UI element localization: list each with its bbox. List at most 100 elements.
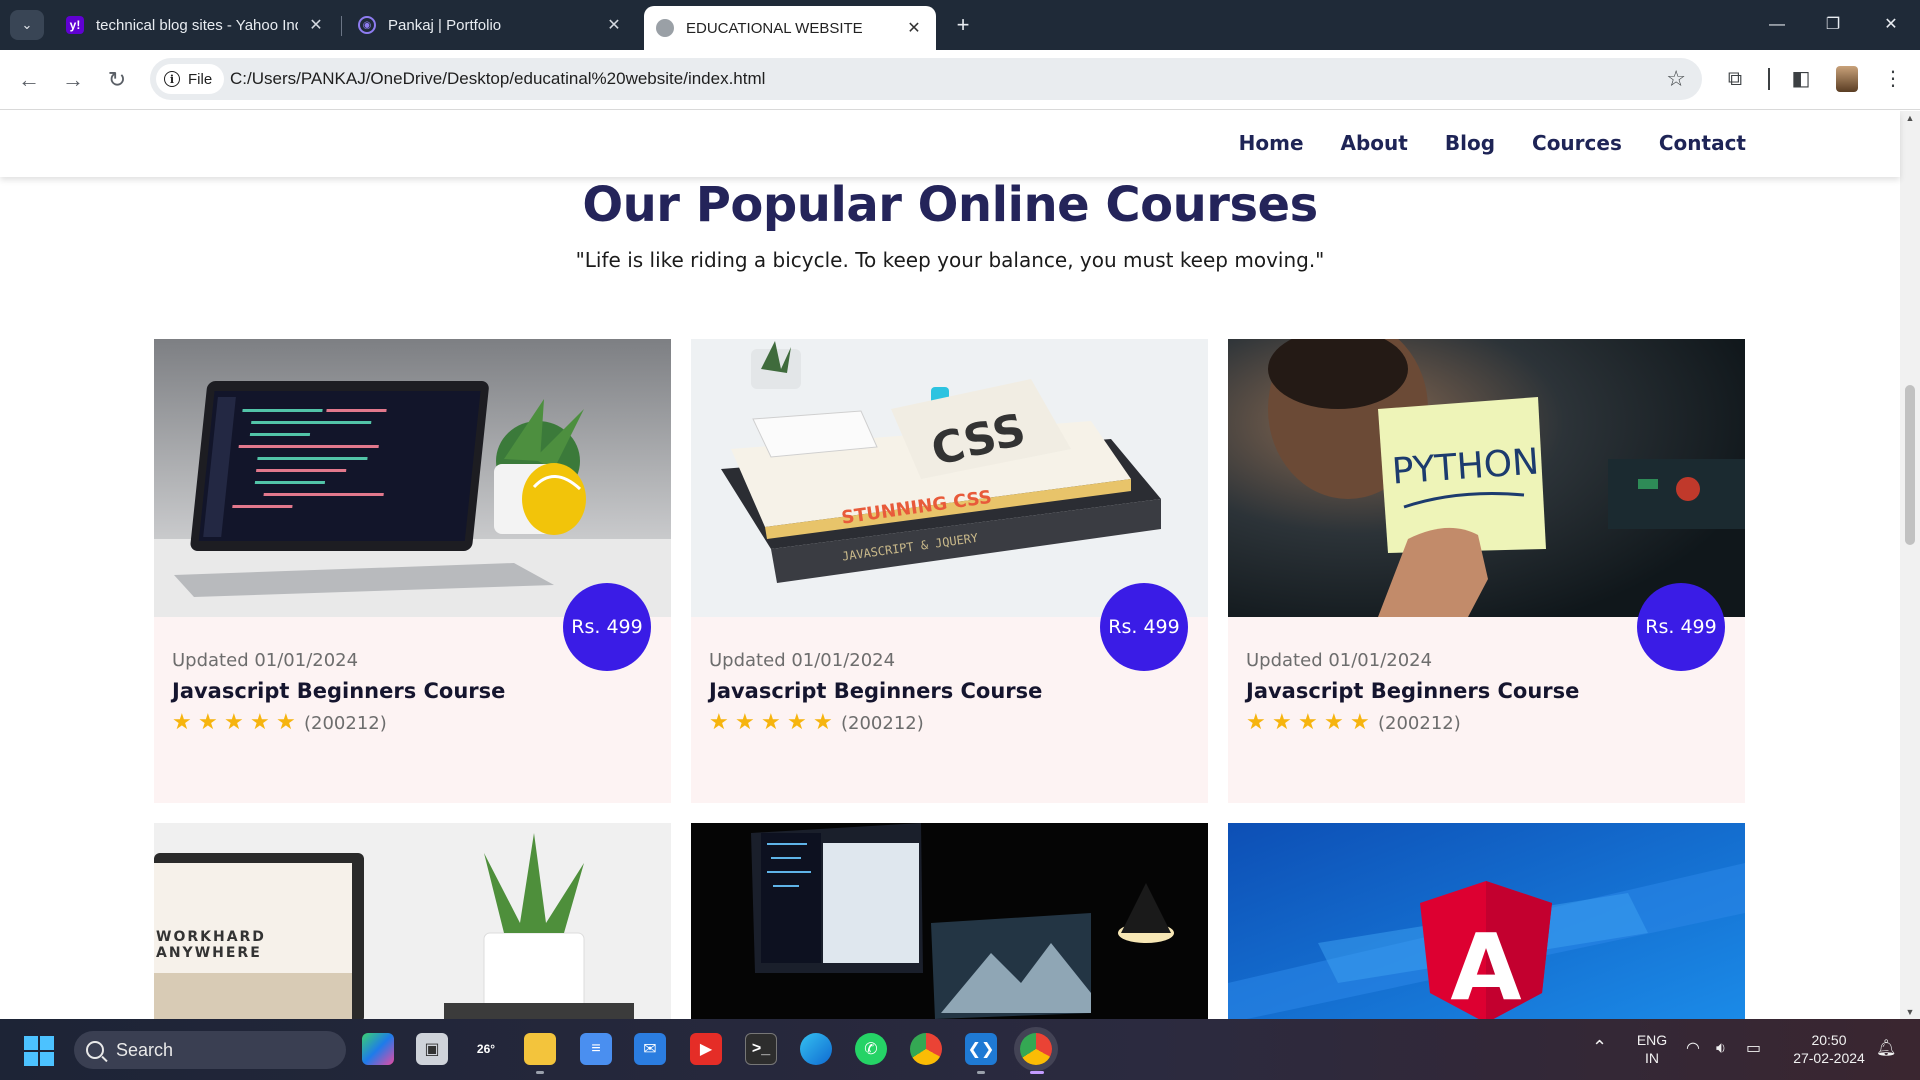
- tab-divider: [341, 16, 342, 36]
- profile-avatar[interactable]: [1836, 66, 1858, 92]
- course-card[interactable]: CSS STUNNING CSS JAVASCRIPT & JQUERY Rs.…: [691, 339, 1208, 803]
- svg-text:WORKHARD: WORKHARD: [156, 929, 266, 945]
- updated-date: Updated 01/01/2024: [172, 650, 359, 671]
- clock[interactable]: 20:50 27-02-2024: [1784, 1031, 1874, 1067]
- active-indicator: [1030, 1071, 1044, 1074]
- section-quote: "Life is like riding a bicycle. To keep …: [575, 248, 1325, 272]
- notepad-icon[interactable]: ≡: [580, 1033, 612, 1065]
- file-explorer-icon[interactable]: [524, 1033, 556, 1065]
- bookmark-star-icon[interactable]: ☆: [1666, 66, 1686, 92]
- course-card[interactable]: [691, 823, 1208, 1019]
- windows-start-icon[interactable]: [24, 1036, 54, 1066]
- new-tab-button[interactable]: +: [950, 12, 976, 38]
- scroll-up-arrow-icon[interactable]: ▲: [1904, 113, 1916, 123]
- star-icon: ★: [198, 710, 218, 735]
- scroll-thumb[interactable]: [1905, 385, 1915, 545]
- nav-home[interactable]: Home: [1239, 131, 1304, 155]
- back-button[interactable]: ←: [14, 66, 44, 96]
- close-icon[interactable]: ✕: [604, 15, 624, 35]
- course-rating: ★ ★ ★ ★ ★ (200212): [1246, 712, 1461, 734]
- minimize-icon: —: [1769, 16, 1785, 33]
- taskbar-search-label: Search: [116, 1039, 174, 1060]
- course-title[interactable]: Javascript Beginners Course: [1246, 679, 1579, 703]
- url-text[interactable]: C:/Users/PANKAJ/OneDrive/Desktop/educati…: [230, 69, 765, 89]
- task-view-icon[interactable]: ▣: [416, 1033, 448, 1065]
- star-icon: ★: [1324, 710, 1344, 735]
- page-scrollbar[interactable]: ▲ ▼: [1900, 111, 1920, 1019]
- tab-yahoo[interactable]: y! technical blog sites - Yahoo India ✕: [54, 8, 338, 42]
- close-icon[interactable]: ✕: [306, 15, 326, 35]
- course-card[interactable]: A: [1228, 823, 1745, 1019]
- tab-search-button[interactable]: ⌄: [10, 10, 44, 40]
- minimize-button[interactable]: —: [1762, 12, 1792, 38]
- clock-time: 20:50: [1811, 1032, 1847, 1048]
- language-code: ENG: [1636, 1032, 1668, 1048]
- course-rating: ★ ★ ★ ★ ★ (200212): [172, 712, 387, 734]
- edge-icon[interactable]: [800, 1033, 832, 1065]
- chrome-profile-icon[interactable]: [1020, 1033, 1052, 1065]
- extensions-button[interactable]: ⧉: [1720, 64, 1750, 94]
- running-indicator: [536, 1071, 544, 1074]
- updated-date: Updated 01/01/2024: [709, 650, 896, 671]
- star-icon: ★: [787, 710, 807, 735]
- arrow-right-icon: →: [62, 67, 84, 92]
- side-panel-button[interactable]: ◧: [1786, 64, 1816, 94]
- site-navbar: Home About Blog Cources Contact: [0, 111, 1900, 177]
- review-count: (200212): [1378, 712, 1461, 734]
- course-image-workhard: WORKHARD ANYWHERE: [154, 823, 671, 1019]
- course-title[interactable]: Javascript Beginners Course: [709, 679, 1042, 703]
- restore-button[interactable]: ❐: [1818, 12, 1848, 38]
- more-vert-icon: ⋮: [1883, 68, 1903, 90]
- nav-contact[interactable]: Contact: [1659, 131, 1746, 155]
- region-code: IN: [1645, 1050, 1659, 1066]
- weather-icon[interactable]: 26°: [470, 1033, 502, 1065]
- course-card[interactable]: Rs. 499 Updated 01/01/2024 Javascript Be…: [154, 339, 671, 803]
- page-viewport: Home About Blog Cources Contact Our Popu…: [0, 111, 1920, 1019]
- whatsapp-icon[interactable]: ✆: [855, 1033, 887, 1065]
- notification-bell-icon[interactable]: 🔔︎: [1876, 1040, 1896, 1058]
- browser-menu-button[interactable]: ⋮: [1878, 64, 1908, 94]
- language-indicator[interactable]: ENG IN: [1630, 1031, 1674, 1067]
- mail-icon[interactable]: ✉: [634, 1033, 666, 1065]
- battery-icon[interactable]: ▭: [1746, 1040, 1761, 1058]
- chevron-up-icon[interactable]: ⌃: [1592, 1038, 1607, 1056]
- star-icon: ★: [735, 710, 755, 735]
- nav-cources[interactable]: Cources: [1532, 131, 1622, 155]
- info-icon: i: [164, 71, 180, 87]
- reload-icon: ↻: [107, 67, 127, 92]
- price-badge: Rs. 499: [563, 583, 651, 671]
- chevron-down-icon: ⌄: [21, 17, 33, 32]
- volume-icon[interactable]: 🔉︎: [1716, 1040, 1726, 1058]
- course-image-python: PYTHON: [1228, 339, 1745, 617]
- restore-icon: ❐: [1825, 16, 1841, 33]
- nav-about[interactable]: About: [1341, 131, 1408, 155]
- course-card[interactable]: PYTHON Rs. 499 Updated 01/01/2024 Javasc…: [1228, 339, 1745, 803]
- nav-blog[interactable]: Blog: [1445, 131, 1495, 155]
- close-icon[interactable]: ✕: [904, 18, 924, 38]
- star-icon: ★: [250, 710, 270, 735]
- star-icon: ★: [1350, 710, 1370, 735]
- close-window-button[interactable]: ✕: [1876, 12, 1906, 38]
- course-image-css-books: CSS STUNNING CSS JAVASCRIPT & JQUERY: [691, 339, 1208, 617]
- site-info-chip[interactable]: i File: [156, 64, 225, 94]
- star-icon: ★: [172, 710, 192, 735]
- copilot-icon[interactable]: [362, 1033, 394, 1065]
- tab-educational-website[interactable]: EDUCATIONAL WEBSITE ✕: [644, 6, 936, 50]
- angular-letter: A: [1450, 914, 1521, 1019]
- course-rating: ★ ★ ★ ★ ★ (200212): [709, 712, 924, 734]
- course-title[interactable]: Javascript Beginners Course: [172, 679, 505, 703]
- address-bar[interactable]: i File C:/Users/PANKAJ/OneDrive/Desktop/…: [150, 58, 1702, 100]
- scroll-down-arrow-icon[interactable]: ▼: [1904, 1007, 1916, 1017]
- star-icon: ★: [1298, 710, 1318, 735]
- tab-portfolio[interactable]: ◉ Pankaj | Portfolio ✕: [346, 8, 636, 42]
- reload-button[interactable]: ↻: [102, 66, 132, 96]
- vscode-icon[interactable]: ❮❯: [965, 1033, 997, 1065]
- youtube-icon[interactable]: ▶: [690, 1033, 722, 1065]
- chrome-icon[interactable]: [910, 1033, 942, 1065]
- course-card[interactable]: WORKHARD ANYWHERE: [154, 823, 671, 1019]
- forward-button[interactable]: →: [58, 66, 88, 96]
- wifi-icon[interactable]: ◠: [1686, 1040, 1700, 1058]
- course-image-angular: A: [1228, 823, 1745, 1019]
- terminal-icon[interactable]: >_: [745, 1033, 777, 1065]
- taskbar-search[interactable]: Search: [74, 1031, 346, 1069]
